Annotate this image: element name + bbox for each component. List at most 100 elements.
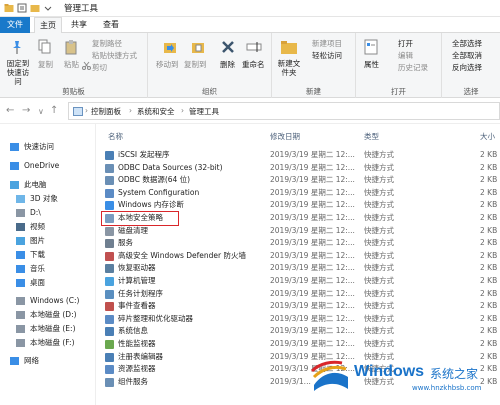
new-item-button[interactable]: 新建项目 bbox=[312, 38, 342, 49]
new-folder-icon[interactable] bbox=[30, 3, 40, 13]
nav-item[interactable]: 快速访问 bbox=[0, 140, 96, 154]
history-button[interactable]: 历史记录 bbox=[398, 62, 428, 73]
nav-item[interactable]: D:\ bbox=[0, 206, 96, 220]
file-type: 快捷方式 bbox=[364, 250, 394, 260]
file-date: 2019/3/19 星期二 12:... bbox=[270, 213, 355, 222]
star-icon bbox=[10, 143, 19, 151]
file-type: 快捷方式 bbox=[364, 288, 394, 298]
file-row[interactable]: 计算机管理 2019/3/19 星期二 12:... 快捷方式 2 KB bbox=[102, 275, 500, 288]
forward-icon[interactable]: → bbox=[22, 105, 30, 116]
select-none-button[interactable]: 全部取消 bbox=[452, 50, 482, 61]
cube-icon bbox=[16, 195, 25, 203]
ribbon-tabs: 文件 主页 共享 查看 bbox=[0, 17, 500, 33]
file-type: 快捷方式 bbox=[364, 175, 394, 185]
address-box[interactable]: › 控制面板 › 系统和安全 › 管理工具 bbox=[68, 102, 500, 120]
copy-button[interactable]: 复制 bbox=[38, 59, 53, 70]
breadcrumb-separator-icon: › bbox=[181, 106, 184, 115]
nav-item[interactable]: 本地磁盘 (D:) bbox=[0, 308, 96, 322]
file-date: 2019/3/19 星期二 12:... bbox=[270, 263, 355, 273]
edit-button[interactable]: 编辑 bbox=[398, 50, 413, 61]
file-row[interactable]: iSCSI 发起程序 2019/3/19 星期二 12:... 快捷方式 2 KB bbox=[102, 149, 500, 162]
nav-item[interactable]: 网络 bbox=[0, 354, 96, 368]
file-row[interactable]: ODBC 数据源(64 位) 2019/3/19 星期二 12:... 快捷方式 2 … bbox=[102, 174, 500, 187]
file-name: ODBC 数据源(64 位) bbox=[118, 175, 191, 185]
nav-item[interactable]: 3D 对象 bbox=[0, 192, 96, 206]
cut-button[interactable]: 剪切 bbox=[92, 62, 107, 73]
shortcut-icon bbox=[105, 377, 114, 387]
nav-item[interactable]: 音乐 bbox=[0, 262, 96, 276]
pin-quick-access-button[interactable]: 固定到快速访问 bbox=[4, 59, 32, 86]
nav-item-label: 下载 bbox=[30, 250, 45, 259]
file-row[interactable]: 性能监视器 2019/3/19 星期二 12:... 快捷方式 2 KB bbox=[102, 338, 500, 351]
properties-button[interactable]: 属性 bbox=[364, 59, 379, 70]
file-row[interactable]: 恢复驱动器 2019/3/19 星期二 12:... 快捷方式 2 KB bbox=[102, 262, 500, 275]
easy-access-button[interactable]: 轻松访问 bbox=[312, 50, 342, 61]
rename-button[interactable]: 重命名 bbox=[242, 59, 265, 70]
paste-shortcut-button[interactable]: 粘贴快捷方式 bbox=[92, 50, 137, 61]
select-all-button[interactable]: 全部选择 bbox=[452, 38, 482, 49]
nav-item-label: 快速访问 bbox=[24, 142, 54, 151]
file-date: 2019/3/19 星期二 12:... bbox=[270, 238, 355, 248]
file-row[interactable]: 服务 2019/3/19 星期二 12:... 快捷方式 2 KB bbox=[102, 237, 500, 250]
properties-icon[interactable] bbox=[17, 3, 27, 13]
tab-share[interactable]: 共享 bbox=[66, 17, 92, 33]
file-row[interactable]: 高级安全 Windows Defender 防火墙 2019/3/19 星期二 1… bbox=[102, 250, 500, 263]
breadcrumb-admin-tools[interactable]: 管理工具 bbox=[189, 106, 219, 117]
column-header-date[interactable]: 修改日期 bbox=[270, 131, 300, 142]
shortcut-icon bbox=[105, 163, 114, 173]
file-row[interactable]: 任务计划程序 2019/3/19 星期二 12:... 快捷方式 2 KB bbox=[102, 288, 500, 301]
file-type: 快捷方式 bbox=[364, 162, 394, 172]
file-name: 注册表编辑器 bbox=[118, 351, 163, 361]
recent-dropdown-icon[interactable]: ∨ bbox=[38, 107, 44, 116]
breadcrumb-system-security[interactable]: 系统和安全 bbox=[137, 106, 175, 117]
breadcrumb-separator-icon: › bbox=[85, 106, 88, 115]
properties-large-icon bbox=[364, 39, 378, 55]
copy-to-button[interactable]: 复制到 bbox=[184, 59, 207, 70]
paste-button[interactable]: 粘贴 bbox=[64, 59, 79, 70]
nav-item[interactable]: 图片 bbox=[0, 234, 96, 248]
organize-group-label: 组织 bbox=[202, 87, 217, 96]
file-row[interactable]: 磁盘清理 2019/3/19 星期二 12:... 快捷方式 2 KB bbox=[102, 225, 500, 238]
nav-item[interactable]: OneDrive bbox=[0, 159, 96, 173]
open-group-label: 打开 bbox=[391, 87, 406, 96]
move-to-button[interactable]: 移动到 bbox=[156, 59, 179, 70]
nav-item[interactable]: 下载 bbox=[0, 248, 96, 262]
file-row[interactable]: 事件查看器 2019/3/19 星期二 12:... 快捷方式 2 KB bbox=[102, 300, 500, 313]
column-header-name[interactable]: 名称 bbox=[108, 131, 123, 142]
shortcut-icon bbox=[105, 176, 114, 186]
invert-selection-button[interactable]: 反向选择 bbox=[452, 62, 482, 73]
nav-item[interactable]: Windows (C:) bbox=[0, 294, 96, 308]
file-type: 快捷方式 bbox=[364, 225, 394, 235]
nav-item[interactable]: 此电脑 bbox=[0, 178, 96, 192]
delete-button[interactable]: 删除 bbox=[220, 59, 235, 70]
open-group: 属性 打开 编辑 历史记录 打开 bbox=[356, 33, 442, 98]
file-row[interactable]: 碎片整理和优化驱动器 2019/3/19 星期二 12:... 快捷方式 2 KB bbox=[102, 313, 500, 326]
tab-home[interactable]: 主页 bbox=[34, 17, 62, 33]
file-size: 2 KB bbox=[480, 263, 498, 273]
nav-item[interactable]: 本地磁盘 (E:) bbox=[0, 322, 96, 336]
tab-view[interactable]: 查看 bbox=[98, 17, 124, 33]
nav-item[interactable]: 本地磁盘 (F:) bbox=[0, 336, 96, 350]
paste-icon bbox=[65, 40, 77, 55]
shortcut-icon bbox=[105, 314, 114, 324]
file-name: 碎片整理和优化驱动器 bbox=[118, 313, 193, 323]
tab-file[interactable]: 文件 bbox=[0, 17, 30, 33]
file-row[interactable]: ODBC Data Sources (32-bit) 2019/3/19 星期二 … bbox=[102, 162, 500, 175]
up-icon[interactable]: ↑ bbox=[50, 105, 58, 116]
open-button[interactable]: 打开 bbox=[398, 38, 413, 49]
new-folder-button[interactable]: 新建文件夹 bbox=[276, 59, 302, 77]
file-row[interactable]: 系统信息 2019/3/19 星期二 12:... 快捷方式 2 KB bbox=[102, 325, 500, 338]
dropdown-icon[interactable] bbox=[43, 3, 53, 13]
column-header-type[interactable]: 类型 bbox=[364, 131, 379, 142]
back-icon[interactable]: ← bbox=[6, 105, 14, 116]
file-row[interactable]: System Configuration 2019/3/19 星期二 12:...… bbox=[102, 187, 500, 200]
nav-item-label: 本地磁盘 (D:) bbox=[30, 310, 77, 319]
column-header-size[interactable]: 大小 bbox=[480, 131, 495, 142]
nav-item[interactable]: 视频 bbox=[0, 220, 96, 234]
copy-path-button[interactable]: 复制路径 bbox=[92, 38, 122, 49]
file-type: 快捷方式 bbox=[364, 263, 394, 273]
file-name: 磁盘清理 bbox=[118, 225, 148, 235]
breadcrumb-control-panel[interactable]: 控制面板 bbox=[91, 106, 121, 117]
nav-item[interactable]: 桌面 bbox=[0, 276, 96, 290]
file-size: 2 KB bbox=[480, 200, 498, 210]
